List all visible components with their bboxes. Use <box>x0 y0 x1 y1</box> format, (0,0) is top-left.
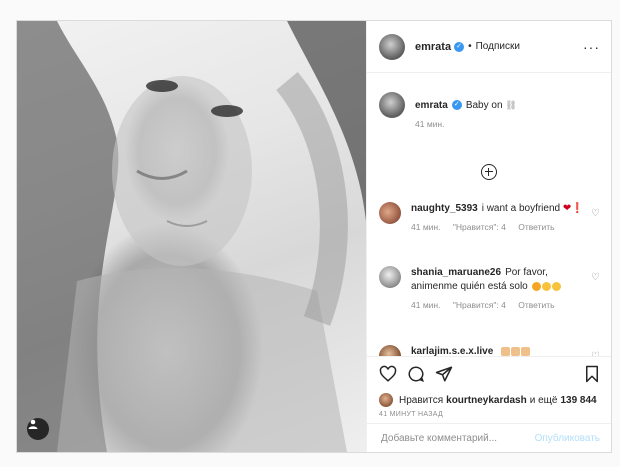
separator-dot: • <box>468 41 472 52</box>
emoji-hand <box>521 346 531 356</box>
emoji-face <box>541 281 551 291</box>
caption-time[interactable]: 41 мин. <box>415 119 444 129</box>
comment-username[interactable]: naughty_5393 <box>411 203 478 214</box>
comment-input[interactable] <box>379 432 533 445</box>
post-sidebar: emrata ✓ • Подписки ··· emrata ✓ Baby on ⛓… <box>366 21 611 452</box>
link-chain-icon: ⛓ <box>505 100 517 110</box>
add-comment-bar: Опубликовать <box>367 423 611 452</box>
likes-suffix: и ещё <box>529 394 558 406</box>
exclamation-emoji: ❗ <box>571 203 584 214</box>
comments-list: emrata ✓ Baby on ⛓ 41 мин. naughty_5393 i w… <box>367 74 611 356</box>
author-avatar[interactable] <box>379 33 405 60</box>
action-bar <box>367 356 611 391</box>
likes-line: Нравится kourtneykardash и ещё 139 844 <box>379 393 600 407</box>
comment-like-heart-icon[interactable]: ♡ <box>591 272 600 283</box>
caption-row: emrata ✓ Baby on ⛓ 41 мин. <box>379 92 600 129</box>
paper-plane-icon[interactable] <box>435 365 453 388</box>
author-username[interactable]: emrata <box>415 41 451 53</box>
commenter-avatar[interactable] <box>379 266 401 288</box>
verified-badge-icon: ✓ <box>451 100 462 111</box>
caption-author-avatar[interactable] <box>379 92 405 118</box>
comment-bubble-icon[interactable] <box>407 365 425 388</box>
comment-username[interactable]: karlajim.s.e.x.live <box>411 346 493 356</box>
heart-emoji: ❤ <box>562 203 572 214</box>
heart-icon[interactable] <box>379 365 397 388</box>
emoji-face <box>531 281 541 291</box>
bookmark-icon[interactable] <box>584 365 600 388</box>
comment-username[interactable]: shania_maruane26 <box>411 267 501 278</box>
comment-like-heart-icon[interactable]: ♡ <box>591 208 600 219</box>
comment-likes[interactable]: "Нравится": 4 <box>453 222 506 232</box>
comment-row: karlajim.s.e.x.live ♡ <box>379 345 600 356</box>
liker-avatar[interactable] <box>379 393 393 407</box>
comment-text: i want a boyfriend <box>481 203 561 214</box>
comment-row: shania_maruane26 Por favor, animenme quié… <box>379 266 600 310</box>
caption-author[interactable]: emrata <box>415 100 448 111</box>
post-photo[interactable] <box>17 21 366 452</box>
post-header: emrata ✓ • Подписки ··· <box>367 21 611 73</box>
follow-state-button[interactable]: Подписки <box>476 41 520 52</box>
commenter-avatar[interactable] <box>379 345 401 356</box>
comment-likes[interactable]: "Нравится": 4 <box>453 300 506 310</box>
comment-time[interactable]: 41 мин. <box>411 222 440 232</box>
likes-prefix: Нравится <box>399 394 444 406</box>
photo-illustration <box>17 21 366 452</box>
likes-count[interactable]: 139 844 <box>560 395 596 406</box>
reply-button[interactable]: Ответить <box>518 300 554 310</box>
commenter-avatar[interactable] <box>379 202 401 224</box>
liker-username[interactable]: kourtneykardash <box>446 395 527 406</box>
comment-time[interactable]: 41 мин. <box>411 300 440 310</box>
user-tag-icon[interactable] <box>27 418 49 440</box>
plus-circle-icon[interactable] <box>481 164 497 180</box>
emoji-hand <box>501 346 511 356</box>
reply-button[interactable]: Ответить <box>518 222 554 232</box>
emoji-hand <box>511 346 521 356</box>
caption-text: Baby on <box>465 100 503 111</box>
emoji-face <box>551 281 561 291</box>
post-time[interactable]: 41 МИНУТ НАЗАД <box>379 411 443 418</box>
more-dots-icon[interactable]: ··· <box>583 39 600 55</box>
verified-badge-icon: ✓ <box>454 41 465 52</box>
post-card: emrata ✓ • Подписки ··· emrata ✓ Baby on ⛓… <box>16 20 612 453</box>
publish-button[interactable]: Опубликовать <box>535 433 600 444</box>
comment-row: naughty_5393 i want a boyfriend ❤❗ 41 мин… <box>379 202 600 232</box>
